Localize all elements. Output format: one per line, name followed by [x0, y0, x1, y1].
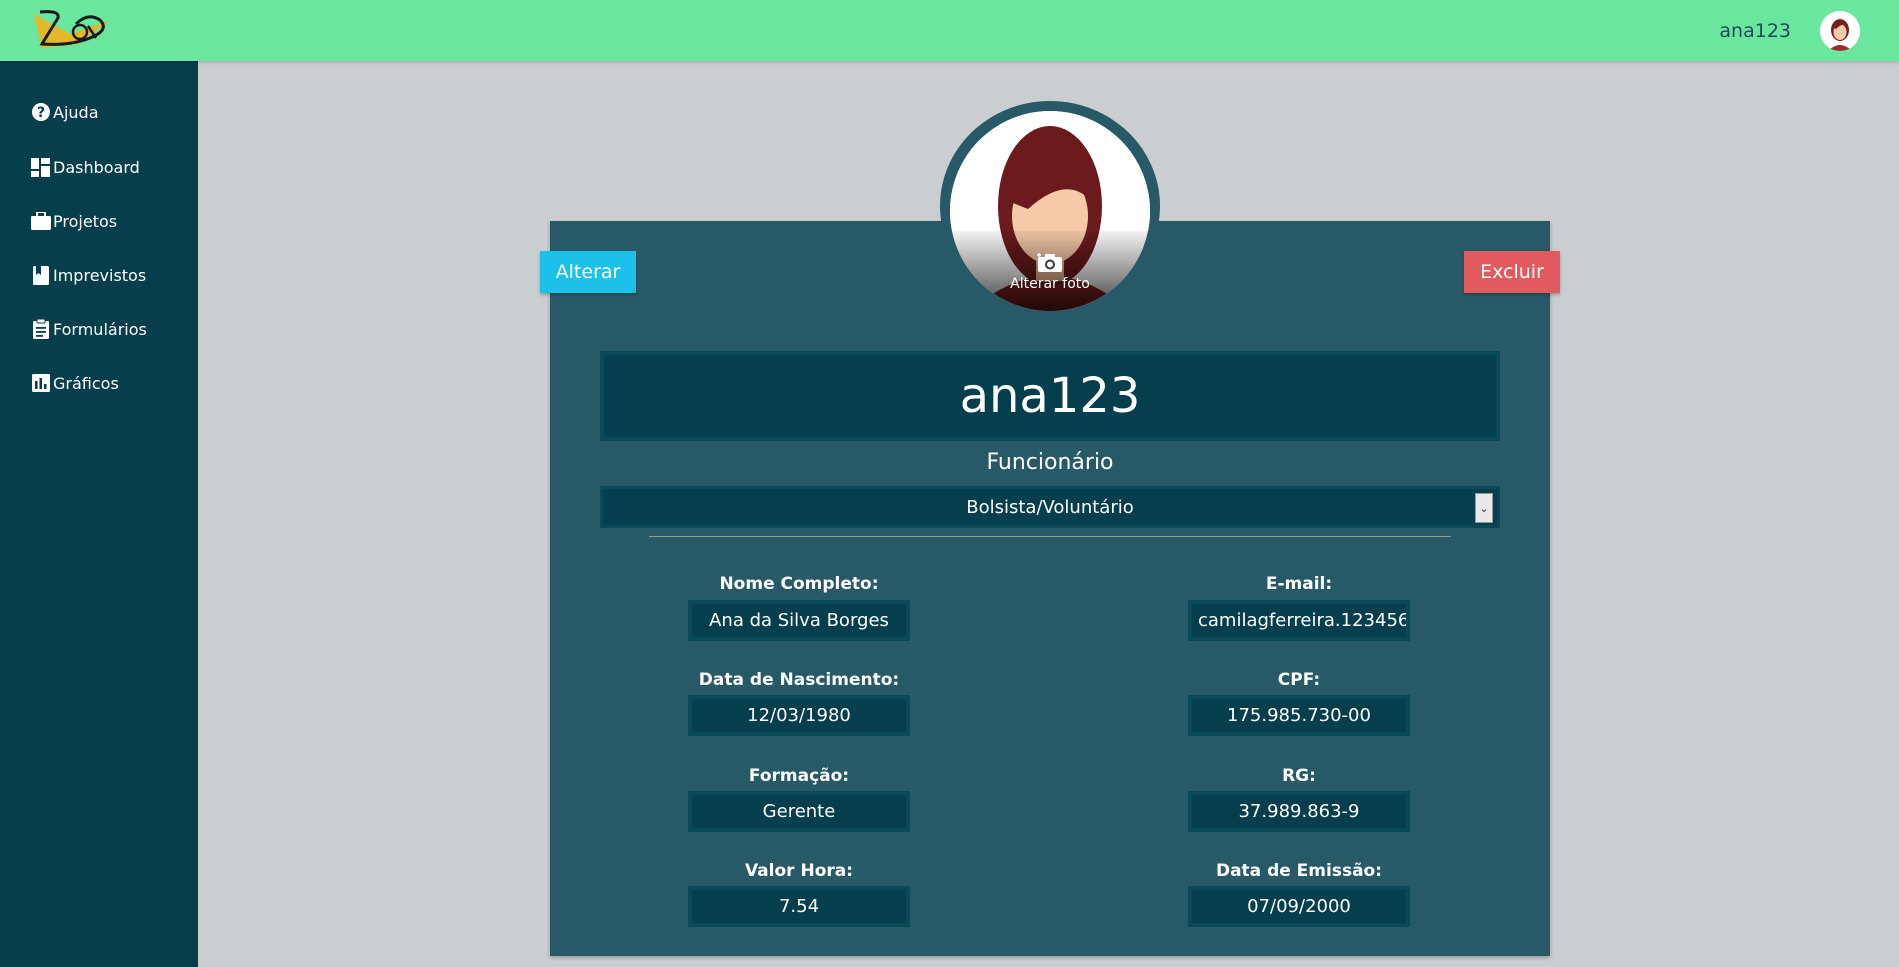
- app-logo[interactable]: [30, 4, 115, 58]
- sidebar-item-graficos[interactable]: Gráficos: [30, 369, 119, 397]
- sidebar-item-label: Projetos: [53, 211, 118, 231]
- username-display: ana123: [600, 351, 1500, 441]
- change-photo-label[interactable]: Alterar foto: [950, 276, 1150, 292]
- sidebar-item-label: Dashboard: [53, 157, 140, 177]
- excluir-button[interactable]: Excluir: [1464, 251, 1560, 293]
- top-bar: ana123: [0, 0, 1899, 61]
- divider: [649, 536, 1451, 537]
- profile-photo[interactable]: Alterar foto: [950, 111, 1150, 311]
- bookmark-book-icon: [30, 265, 51, 286]
- data-emissao-field[interactable]: 07/09/2000: [1188, 886, 1410, 927]
- rg-label: RG:: [1282, 766, 1316, 786]
- formacao-label: Formação:: [748, 766, 850, 786]
- avatar-woman-icon: [1820, 11, 1860, 51]
- role-select-value: Bolsista/Voluntário: [966, 496, 1134, 518]
- user-avatar[interactable]: [1820, 11, 1860, 51]
- role-select[interactable]: Bolsista/Voluntário ⌄: [600, 486, 1500, 528]
- email-label: E-mail:: [1265, 574, 1333, 594]
- chevron-down-icon[interactable]: ⌄: [1475, 493, 1493, 523]
- sidebar-item-dashboard[interactable]: Dashboard: [30, 153, 140, 181]
- sidebar-item-label: Ajuda: [53, 102, 99, 122]
- data-nascimento-field[interactable]: 12/03/1980: [688, 695, 910, 736]
- sidebar-item-label: Gráficos: [53, 373, 119, 393]
- rg-field[interactable]: 37.989.863-9: [1188, 791, 1410, 832]
- camera-icon: [1037, 253, 1062, 272]
- sidebar-item-ajuda[interactable]: ? Ajuda: [30, 98, 99, 126]
- sidebar-item-label: Imprevistos: [53, 265, 147, 285]
- dashboard-icon: [30, 157, 51, 178]
- valor-hora-field[interactable]: 7.54: [688, 886, 910, 927]
- cpf-label: CPF:: [1277, 670, 1321, 690]
- briefcase-icon: [30, 211, 51, 232]
- role-label: Funcionário: [986, 450, 1114, 475]
- cpf-field[interactable]: 175.985.730-00: [1188, 695, 1410, 736]
- header-username[interactable]: ana123: [1719, 20, 1791, 42]
- alterar-button[interactable]: Alterar: [540, 251, 636, 293]
- nome-completo-label: Nome Completo:: [719, 574, 879, 594]
- bar-chart-icon: [30, 373, 51, 394]
- svg-text:?: ?: [36, 105, 44, 121]
- sidebar-item-label: Formulários: [53, 319, 147, 339]
- sidebar-item-formularios[interactable]: Formulários: [30, 315, 147, 343]
- valor-hora-label: Valor Hora:: [744, 861, 854, 881]
- help-circle-icon: ?: [30, 102, 51, 123]
- sidebar-item-projetos[interactable]: Projetos: [30, 207, 117, 235]
- email-field[interactable]: camilagferreira.123456@: [1188, 600, 1410, 641]
- data-nascimento-label: Data de Nascimento:: [698, 670, 900, 690]
- sidebar: ? Ajuda Dashboard Projetos Imprevistos F…: [0, 61, 198, 967]
- nome-completo-field[interactable]: Ana da Silva Borges: [688, 600, 910, 641]
- data-emissao-label: Data de Emissão:: [1215, 861, 1383, 881]
- formacao-field[interactable]: Gerente: [688, 791, 910, 832]
- sidebar-item-imprevistos[interactable]: Imprevistos: [30, 261, 146, 289]
- clipboard-icon: [30, 319, 51, 340]
